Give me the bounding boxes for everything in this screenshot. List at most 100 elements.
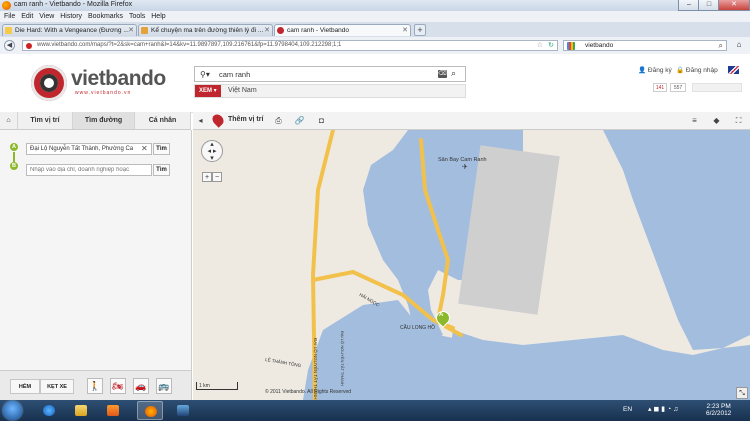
close-tab-icon[interactable]: ✕	[128, 25, 134, 36]
firefox-icon	[2, 1, 11, 10]
route-to-field[interactable]	[26, 164, 152, 176]
route-from-field[interactable]: Đại Lộ Nguyễn Tất Thành, Phường Ca	[26, 143, 152, 155]
search-icon[interactable]: ⌕	[451, 68, 456, 79]
explorer-taskbar-icon[interactable]	[68, 401, 94, 420]
window-title: cam ranh - Vietbando - Mozilla Firefox	[14, 1, 133, 8]
menu-view[interactable]: View	[39, 11, 54, 22]
star-icon[interactable]: ☆	[537, 41, 543, 49]
url-bar[interactable]: www.vietbando.com/maps/?t=2&sk=cam+ranh&…	[22, 40, 558, 51]
clear-from-icon[interactable]: ✕	[141, 144, 148, 153]
counter-badge-a: 141	[653, 83, 667, 92]
fullscreen-icon[interactable]: ⛶	[733, 115, 744, 126]
route-panel: A B Đại Lộ Nguyễn Tất Thành, Phường Ca ✕…	[0, 130, 192, 401]
login-link[interactable]: 🔒 Đăng nhập	[676, 66, 718, 74]
browser-search-box[interactable]: vietbando ⌕	[563, 40, 727, 51]
menu-history[interactable]: History	[60, 11, 82, 22]
app-taskbar-icon[interactable]	[170, 401, 196, 420]
back-button[interactable]: ◀	[4, 40, 15, 51]
tab-ke-chuyen-ma[interactable]: Kể chuyện ma trên đường thiên lý đi ... …	[138, 24, 273, 36]
close-tab-icon[interactable]: ✕	[402, 25, 408, 36]
menu-file[interactable]: File	[4, 11, 15, 22]
close-window-button[interactable]: ✕	[718, 0, 750, 11]
windows-taskbar: EN ▴ ◼ ▮ ◔ ♫ 2:23 PM 6/2/2012	[0, 400, 750, 421]
tab-die-hard[interactable]: Die Hard: With a Vengeance (Đương ... ✕	[2, 24, 137, 36]
road-label-d: ĐẠI LỘ NGUYỄN TẤT THÀNH	[340, 331, 345, 386]
map-search-value: cam ranh	[219, 70, 251, 79]
airport-icon: ✈	[462, 164, 468, 171]
brand-name[interactable]: vietbando	[71, 67, 166, 91]
walk-icon[interactable]: 🚶	[87, 378, 103, 394]
end-marker: B	[10, 162, 18, 170]
search-icon[interactable]: ⌕	[719, 41, 723, 51]
input-language[interactable]: EN	[623, 406, 632, 413]
xem-dropdown-button[interactable]: XEM ▾	[195, 85, 221, 97]
menu-tools[interactable]: Tools	[129, 11, 145, 22]
english-flag-icon[interactable]	[728, 66, 739, 74]
bridge-label: CẦU LONG HỒ	[400, 325, 436, 331]
region-label: Việt Nam	[228, 87, 257, 94]
zoom-out-button[interactable]: −	[212, 172, 222, 182]
vietbando-logo[interactable]	[31, 65, 67, 101]
window-titlebar: cam ranh - Vietbando - Mozilla Firefox –…	[0, 0, 750, 11]
tray-icons[interactable]: ▴ ◼ ▮ ◔ ♫	[648, 405, 678, 413]
tag-icon[interactable]: ◆	[711, 115, 722, 126]
counter-badge-b: 557	[670, 83, 686, 92]
firefox-taskbar-icon[interactable]	[137, 401, 163, 420]
location-pin-icon[interactable]: ⚲▾	[200, 70, 210, 79]
bus-icon[interactable]: 🚌	[156, 378, 172, 394]
traffic-toggle[interactable]: KẸT XE	[40, 379, 74, 394]
region-selector: XEM ▾ Việt Nam	[194, 84, 466, 98]
motorbike-icon[interactable]: 🏍	[110, 378, 126, 394]
car-icon[interactable]: 🚗	[133, 378, 149, 394]
map-canvas[interactable]: Sân Bay Cam Ranh ✈ CẦU LONG HỒ ĐẠI LỘ NG…	[193, 130, 750, 400]
route-connector	[13, 152, 15, 162]
camera-icon[interactable]: ◘	[316, 115, 327, 126]
link-icon[interactable]: 🔗	[294, 115, 305, 126]
map-toolbar: ◂ Thêm vị trí ⎙ 🔗 ◘ ≡ ◆ ⛶	[193, 112, 750, 130]
google-icon	[567, 42, 575, 50]
search-text: vietbando	[585, 42, 614, 49]
maximize-button[interactable]: □	[698, 0, 720, 11]
page-icon	[141, 27, 148, 34]
new-tab-button[interactable]: +	[414, 24, 426, 36]
map-search-box[interactable]: ⚲▾ cam ranh ⌫ ⌕	[194, 66, 466, 82]
media-player-taskbar-icon[interactable]	[100, 401, 126, 420]
system-clock[interactable]: 2:23 PM 6/2/2012	[706, 403, 731, 417]
tab-vietbando[interactable]: cam ranh - Vietbando ✕	[274, 24, 411, 36]
add-location-button[interactable]: Thêm vị trí	[228, 116, 263, 123]
home-icon[interactable]: ⌂	[733, 40, 745, 51]
scale-label: 1 km	[199, 383, 210, 389]
tab-find-place[interactable]: Tìm vị trí	[18, 112, 73, 129]
add-location-pin-icon[interactable]	[210, 112, 226, 128]
menu-help[interactable]: Help	[151, 11, 165, 22]
minimize-button[interactable]: –	[678, 0, 700, 11]
left-panel-tabs: ⌂ Tìm vị trí Tìm đường Cá nhân	[0, 112, 191, 130]
navigation-bar: ◀ www.vietbando.com/maps/?t=2&sk=cam+ran…	[0, 37, 750, 55]
menu-bookmarks[interactable]: Bookmarks	[88, 11, 123, 22]
reload-icon[interactable]: ↻	[548, 41, 554, 49]
tab-bar: Die Hard: With a Vengeance (Đương ... ✕ …	[0, 22, 750, 37]
home-tab-icon[interactable]: ⌂	[0, 112, 18, 129]
overview-map-toggle-icon[interactable]: ⤡	[736, 387, 748, 399]
menu-edit[interactable]: Edit	[21, 11, 33, 22]
find-from-button[interactable]: Tìm	[153, 143, 170, 155]
tab-personal[interactable]: Cá nhân	[135, 112, 191, 129]
print-icon[interactable]: ⎙	[273, 115, 284, 126]
vietbando-favicon-icon	[277, 27, 284, 34]
close-tab-icon[interactable]: ✕	[264, 25, 270, 36]
alley-toggle[interactable]: HẺM	[10, 379, 40, 394]
ie-taskbar-icon[interactable]	[36, 401, 62, 420]
collapse-panel-icon[interactable]: ◂	[195, 115, 206, 126]
tab-find-route[interactable]: Tìm đường	[73, 112, 135, 129]
page-icon	[5, 27, 12, 34]
clock-time: 2:23 PM	[706, 403, 731, 410]
start-marker: A	[10, 143, 18, 151]
layers-icon[interactable]: ≡	[689, 115, 700, 126]
site-identity-icon	[26, 43, 32, 49]
clear-search-icon[interactable]: ⌫	[438, 70, 447, 78]
start-button[interactable]	[3, 401, 22, 420]
zoom-in-button[interactable]: +	[202, 172, 212, 182]
pan-control-icon[interactable]: ▴ ◂ ▸ ▾	[201, 140, 223, 162]
find-to-button[interactable]: Tìm	[153, 164, 170, 176]
register-link[interactable]: 👤 Đăng ký	[638, 66, 672, 74]
